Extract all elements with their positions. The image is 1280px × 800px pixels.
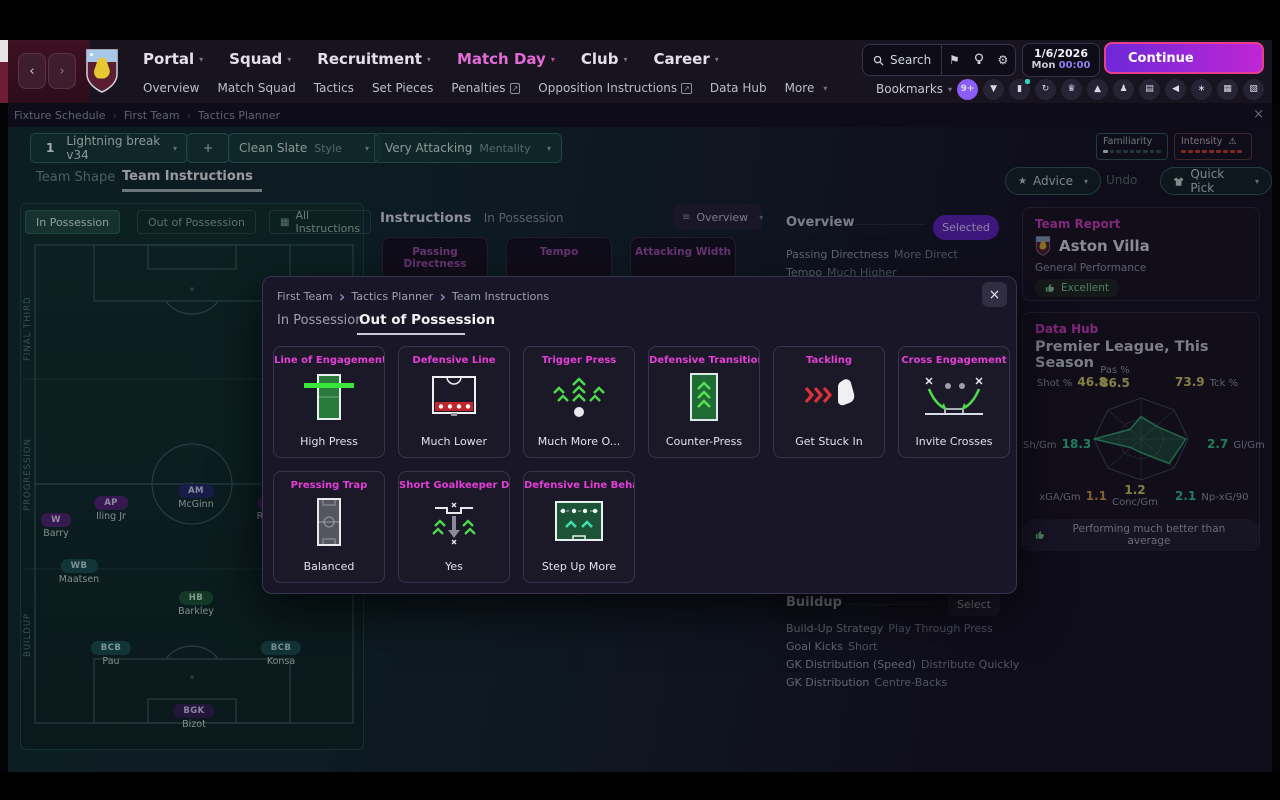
- subnav-opposition-instructions[interactable]: Opposition Instructions↗: [538, 81, 692, 95]
- main-nav: Portal▾ Squad▾ Recruitment▾ Match Day▾ C…: [143, 46, 745, 72]
- chevron-down-icon: ▾: [715, 55, 719, 64]
- close-icon: ×: [989, 287, 1001, 303]
- nav-club[interactable]: Club▾: [581, 50, 628, 68]
- header-bar: ‹ › Portal▾ Squad▾ Recruitment▾ Match Da…: [8, 40, 1272, 103]
- fm-tactics-screen: ‹ › Portal▾ Squad▾ Recruitment▾ Match Da…: [0, 0, 1280, 800]
- club-crest-aston-villa[interactable]: [84, 43, 120, 99]
- chevron-down-icon: ▾: [948, 85, 952, 94]
- calendar-icon[interactable]: ▦: [1217, 79, 1238, 100]
- sub-nav: Overview Match Squad Tactics Set Pieces …: [143, 79, 845, 97]
- news-icon[interactable]: ◀: [1165, 79, 1186, 100]
- chevron-down-icon: ▾: [199, 55, 203, 64]
- ti-card-pressing-trap[interactable]: Pressing Trap Balanced: [273, 471, 385, 583]
- forward-button[interactable]: ›: [48, 53, 76, 89]
- nav-squad[interactable]: Squad▾: [229, 50, 291, 68]
- modal-breadcrumb: First Team › Tactics Planner › Team Inst…: [277, 287, 549, 306]
- modal-tab-out-of-possession[interactable]: Out of Possession: [359, 312, 495, 328]
- ti-card-short-goalkeeper-distribution[interactable]: Short Goalkeeper Distr Yes: [398, 471, 510, 583]
- messages-icon[interactable]: 9+: [957, 79, 978, 100]
- team-instructions-modal: First Team › Tactics Planner › Team Inst…: [262, 276, 1017, 594]
- search-button[interactable]: Search: [863, 45, 942, 75]
- nav-match-day[interactable]: Match Day▾: [457, 50, 555, 68]
- search-icon: [873, 55, 884, 66]
- gear-icon[interactable]: ⚙: [991, 53, 1015, 67]
- crumb-separator: ›: [439, 287, 446, 306]
- sync-icon[interactable]: ↻: [1035, 79, 1056, 100]
- chevron-left-icon: ‹: [29, 64, 34, 79]
- defensive-transition-icon: [649, 371, 759, 423]
- kit-icon[interactable]: ▼: [983, 79, 1004, 100]
- schedule-icon[interactable]: ▤: [1139, 79, 1160, 100]
- day-value: Mon: [1032, 60, 1056, 71]
- match-notes-icon[interactable]: ▮: [1009, 79, 1030, 100]
- subnav-tactics[interactable]: Tactics: [314, 81, 354, 95]
- modal-crumb-first-team[interactable]: First Team: [277, 290, 333, 303]
- report-icon[interactable]: ▧: [1243, 79, 1264, 100]
- time-value: 00:00: [1059, 60, 1091, 71]
- search-toolbar: Search ⚑ ⚙: [862, 44, 1016, 76]
- game-date[interactable]: 1/6/2026 Mon 00:00: [1022, 43, 1100, 77]
- nav-recruitment[interactable]: Recruitment▾: [317, 50, 431, 68]
- external-link-icon: ↗: [681, 83, 692, 94]
- subnav-overview[interactable]: Overview: [143, 81, 200, 95]
- subnav-data-hub[interactable]: Data Hub: [710, 81, 767, 95]
- back-button[interactable]: ‹: [18, 53, 46, 89]
- chevron-down-icon: ▾: [823, 84, 827, 93]
- subnav-more[interactable]: More▾: [785, 81, 828, 95]
- ti-card-cross-engagement[interactable]: Cross Engagement Invite Crosses: [898, 346, 1010, 458]
- date-value: 1/6/2026: [1023, 47, 1099, 60]
- ti-card-trigger-press[interactable]: Trigger Press Much More O...: [523, 346, 635, 458]
- tackling-icon: [774, 371, 884, 423]
- modal-active-tab-underline: [357, 333, 465, 335]
- crumb-separator: ›: [339, 287, 346, 306]
- modal-crumb-tactics-planner[interactable]: Tactics Planner: [351, 290, 433, 303]
- chevron-down-icon: ▾: [427, 55, 431, 64]
- search-plus-icon[interactable]: ∗: [1191, 79, 1212, 100]
- defensive-line-behaviour-icon: [524, 496, 634, 548]
- chevron-down-icon: ▾: [551, 55, 555, 64]
- ti-card-tackling[interactable]: Tackling Get Stuck In: [773, 346, 885, 458]
- chevron-right-icon: ›: [59, 64, 64, 79]
- trigger-press-icon: [524, 371, 634, 423]
- ti-card-line-of-engagement[interactable]: Line of Engagement High Press: [273, 346, 385, 458]
- trophy-icon[interactable]: ♛: [1061, 79, 1082, 100]
- continue-button[interactable]: Continue: [1104, 42, 1264, 74]
- training-icon[interactable]: ▲: [1087, 79, 1108, 100]
- nav-portal[interactable]: Portal▾: [143, 50, 203, 68]
- subnav-match-squad[interactable]: Match Squad: [218, 81, 296, 95]
- ti-card-defensive-transition[interactable]: Defensive Transition Counter-Press: [648, 346, 760, 458]
- external-link-icon: ↗: [510, 83, 521, 94]
- modal-crumb-team-instructions: Team Instructions: [452, 290, 549, 303]
- modal-close-button[interactable]: ×: [982, 282, 1007, 307]
- pressing-trap-icon: [274, 496, 384, 548]
- cross-engagement-icon: [899, 371, 1009, 423]
- bookmark-icon[interactable]: ⚑: [942, 53, 966, 67]
- bookmarks-menu[interactable]: Bookmarks: [876, 82, 943, 96]
- chevron-down-icon: ▾: [623, 55, 627, 64]
- chevron-down-icon: ▾: [287, 55, 291, 64]
- notification-dot: [1025, 79, 1030, 84]
- line-of-engagement-icon: [274, 371, 384, 423]
- left-edge-claret: [0, 62, 8, 103]
- suggestions-bulb-icon[interactable]: [966, 53, 990, 68]
- scouting-icon[interactable]: ♟: [1113, 79, 1134, 100]
- subnav-penalties[interactable]: Penalties↗: [451, 81, 520, 95]
- left-edge-highlight: [0, 40, 8, 62]
- ti-card-defensive-line[interactable]: Defensive Line Much Lower: [398, 346, 510, 458]
- ti-card-defensive-line-behaviour[interactable]: Defensive Line Behavio Step Up More: [523, 471, 635, 583]
- bookmarks-row: Bookmarks ▾ 9+ ▼ ▮ ↻ ♛ ▲ ♟ ▤ ◀ ∗ ▦ ▧: [876, 78, 1264, 100]
- defensive-line-icon: [399, 371, 509, 423]
- nav-career[interactable]: Career▾: [653, 50, 718, 68]
- subnav-set-pieces[interactable]: Set Pieces: [372, 81, 433, 95]
- modal-tab-in-possession[interactable]: In Possession: [277, 313, 363, 328]
- short-gk-distribution-icon: [399, 496, 509, 548]
